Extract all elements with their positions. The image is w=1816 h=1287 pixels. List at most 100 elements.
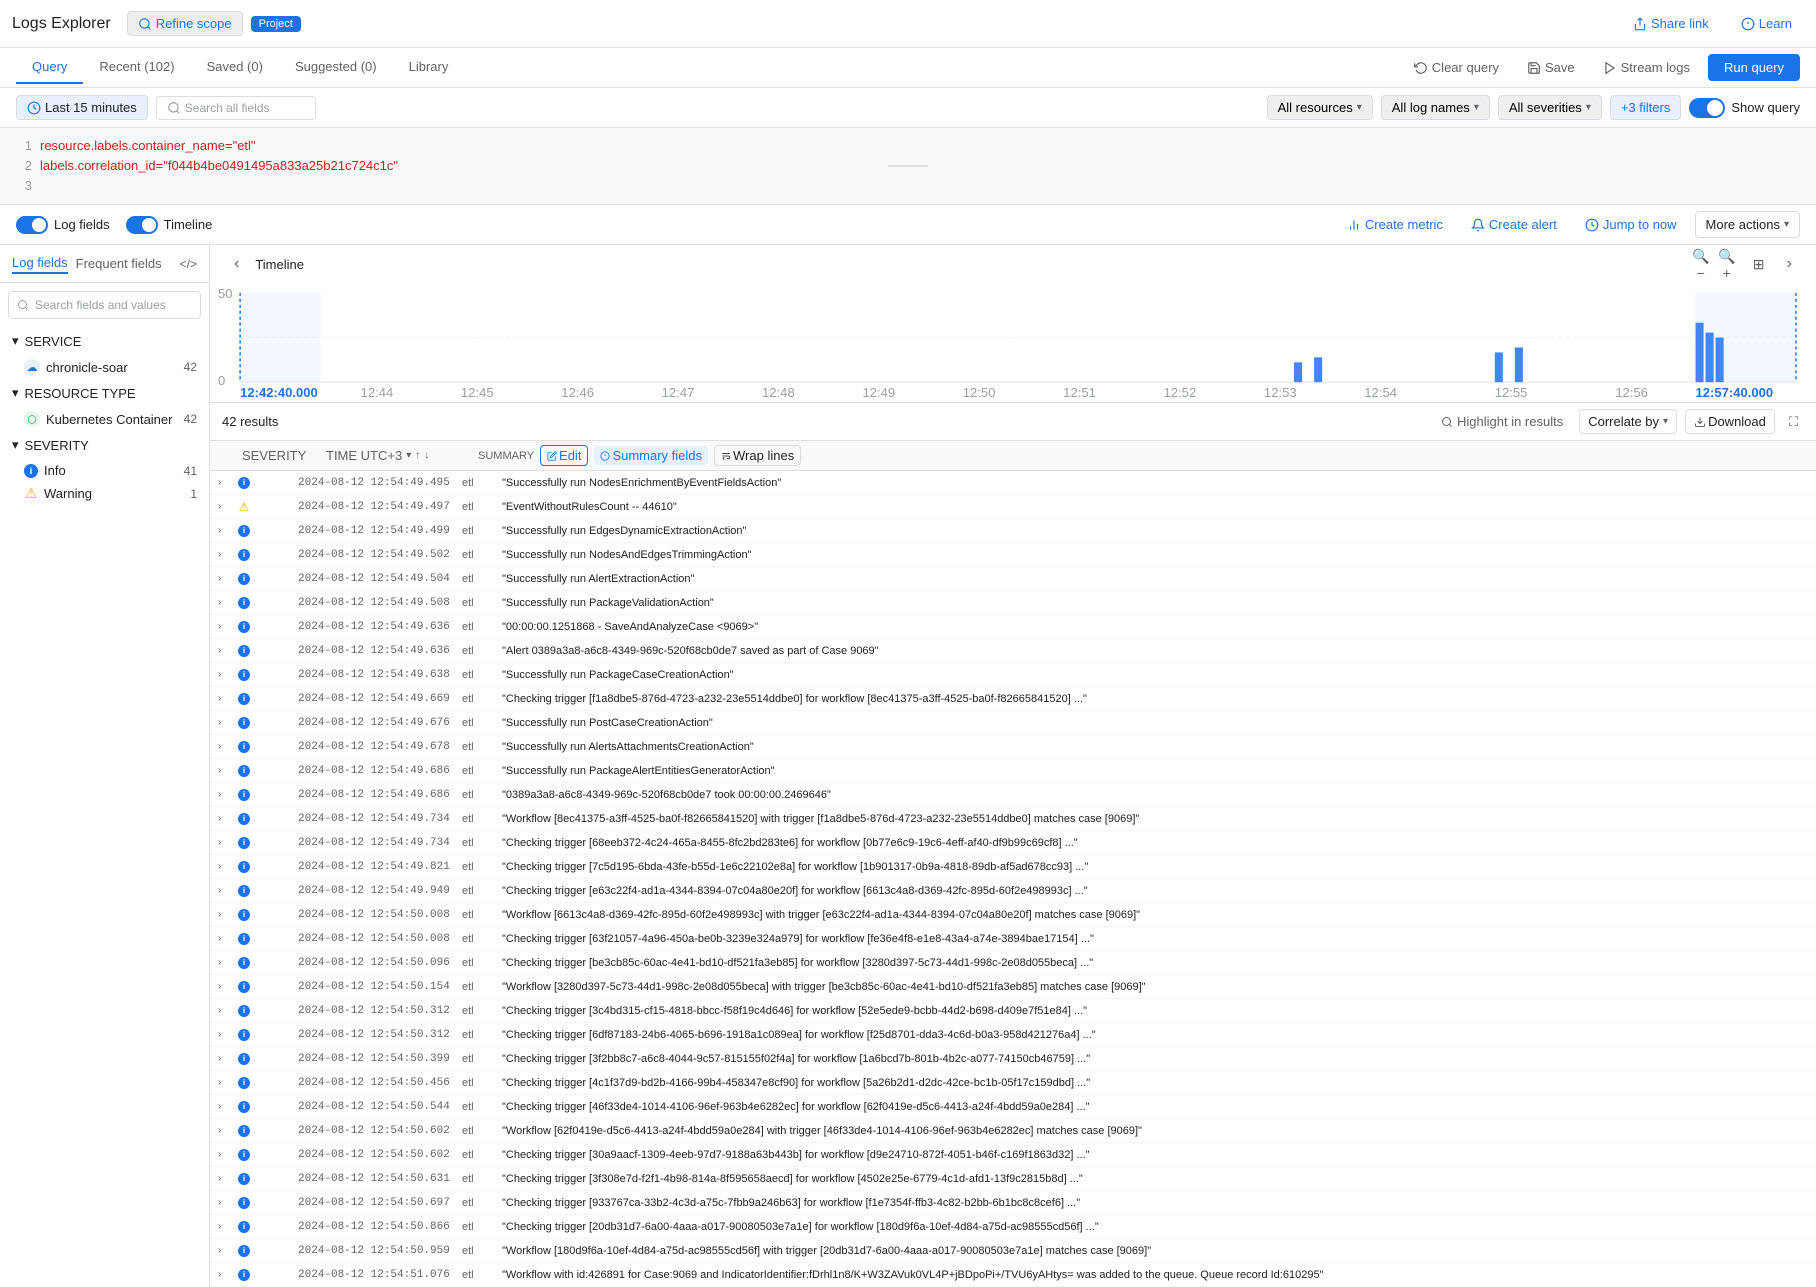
- expand-row-arrow[interactable]: ›: [218, 1269, 234, 1280]
- expand-row-arrow[interactable]: ›: [218, 813, 234, 824]
- jump-to-now-button[interactable]: Jump to now: [1575, 212, 1687, 237]
- expand-row-arrow[interactable]: ›: [218, 669, 234, 680]
- table-row[interactable]: › i 2024-08-12 12:54:50.866 etl "Checkin…: [210, 1215, 1816, 1239]
- show-query-toggle[interactable]: Show query: [1689, 98, 1800, 118]
- zoom-out-button[interactable]: 🔍−: [1689, 252, 1713, 276]
- severity-section-header[interactable]: ▾ SEVERITY: [0, 431, 209, 459]
- code-editor[interactable]: 1 resource.labels.container_name="etl" 2…: [0, 128, 1816, 205]
- resource-filter-button[interactable]: All resources ▾: [1267, 95, 1373, 120]
- table-row[interactable]: › i 2024-08-12 12:54:49.508 etl "Success…: [210, 591, 1816, 615]
- table-row[interactable]: › i 2024-08-12 12:54:49.504 etl "Success…: [210, 567, 1816, 591]
- learn-button[interactable]: Learn: [1729, 10, 1804, 37]
- expand-row-arrow[interactable]: ›: [218, 1149, 234, 1160]
- severity-item-warning[interactable]: ⚠ Warning 1: [0, 482, 209, 505]
- expand-row-arrow[interactable]: ›: [218, 525, 234, 536]
- expand-row-arrow[interactable]: ›: [218, 1101, 234, 1112]
- table-row[interactable]: › i 2024-08-12 12:54:49.636 etl "Alert 0…: [210, 639, 1816, 663]
- zoom-in-button[interactable]: 🔍+: [1715, 252, 1739, 276]
- expand-row-arrow[interactable]: ›: [218, 885, 234, 896]
- table-row[interactable]: › i 2024-08-12 12:54:51.076 etl "Workflo…: [210, 1263, 1816, 1287]
- search-fields-input[interactable]: Search fields and values: [8, 291, 201, 319]
- timeline-toggle[interactable]: [126, 216, 158, 234]
- stream-logs-button[interactable]: Stream logs: [1593, 54, 1700, 81]
- clear-query-button[interactable]: Clear query: [1404, 54, 1509, 81]
- save-button[interactable]: Save: [1517, 54, 1585, 81]
- table-row[interactable]: › i 2024-08-12 12:54:49.678 etl "Success…: [210, 735, 1816, 759]
- resource-item-kubernetes[interactable]: ⬡ Kubernetes Container 42: [0, 407, 209, 431]
- table-row[interactable]: › i 2024-08-12 12:54:49.502 etl "Success…: [210, 543, 1816, 567]
- expand-timeline-button[interactable]: ⊞: [1747, 252, 1771, 276]
- table-row[interactable]: › i 2024-08-12 12:54:49.686 etl "0389a3a…: [210, 783, 1816, 807]
- more-actions-button[interactable]: More actions ▾: [1695, 211, 1800, 238]
- table-row[interactable]: › i 2024-08-12 12:54:50.697 etl "Checkin…: [210, 1191, 1816, 1215]
- table-row[interactable]: › i 2024-08-12 12:54:50.008 etl "Workflo…: [210, 903, 1816, 927]
- timeline-nav-right[interactable]: ›: [1779, 251, 1800, 277]
- expand-row-arrow[interactable]: ›: [218, 1005, 234, 1016]
- expand-row-arrow[interactable]: ›: [218, 501, 234, 512]
- table-row[interactable]: › i 2024-08-12 12:54:49.638 etl "Success…: [210, 663, 1816, 687]
- expand-row-arrow[interactable]: ›: [218, 909, 234, 920]
- tab-library[interactable]: Library: [393, 51, 465, 84]
- fullscreen-button[interactable]: ⛶: [1783, 410, 1804, 434]
- expand-row-arrow[interactable]: ›: [218, 573, 234, 584]
- expand-row-arrow[interactable]: ›: [218, 837, 234, 848]
- wrap-lines-button[interactable]: Wrap lines: [714, 445, 801, 466]
- expand-row-arrow[interactable]: ›: [218, 957, 234, 968]
- table-row[interactable]: › i 2024-08-12 12:54:49.734 etl "Workflo…: [210, 807, 1816, 831]
- expand-row-arrow[interactable]: ›: [218, 861, 234, 872]
- table-row[interactable]: › i 2024-08-12 12:54:50.544 etl "Checkin…: [210, 1095, 1816, 1119]
- expand-row-arrow[interactable]: ›: [218, 1053, 234, 1064]
- table-row[interactable]: › i 2024-08-12 12:54:50.154 etl "Workflo…: [210, 975, 1816, 999]
- expand-row-arrow[interactable]: ›: [218, 1221, 234, 1232]
- tab-recent[interactable]: Recent (102): [83, 51, 190, 84]
- table-row[interactable]: › i 2024-08-12 12:54:49.495 etl "Success…: [210, 471, 1816, 495]
- time-selector-button[interactable]: Last 15 minutes: [16, 95, 148, 120]
- table-row[interactable]: › i 2024-08-12 12:54:50.008 etl "Checkin…: [210, 927, 1816, 951]
- service-section-header[interactable]: ▾ SERVICE: [0, 327, 209, 355]
- expand-row-arrow[interactable]: ›: [218, 621, 234, 632]
- table-row[interactable]: › i 2024-08-12 12:54:50.312 etl "Checkin…: [210, 1023, 1816, 1047]
- severity-filter-button[interactable]: All severities ▾: [1498, 95, 1602, 120]
- tab-query[interactable]: Query: [16, 51, 83, 84]
- table-row[interactable]: › i 2024-08-12 12:54:50.456 etl "Checkin…: [210, 1071, 1816, 1095]
- create-metric-button[interactable]: Create metric: [1337, 212, 1453, 237]
- edit-button[interactable]: Edit: [540, 445, 588, 466]
- expand-row-arrow[interactable]: ›: [218, 717, 234, 728]
- more-filters-button[interactable]: +3 filters: [1610, 95, 1682, 120]
- expand-row-arrow[interactable]: ›: [218, 981, 234, 992]
- expand-row-arrow[interactable]: ›: [218, 1173, 234, 1184]
- table-row[interactable]: › i 2024-08-12 12:54:49.821 etl "Checkin…: [210, 855, 1816, 879]
- expand-row-arrow[interactable]: ›: [218, 933, 234, 944]
- share-link-button[interactable]: Share link: [1621, 10, 1721, 37]
- expand-row-arrow[interactable]: ›: [218, 1197, 234, 1208]
- expand-row-arrow[interactable]: ›: [218, 765, 234, 776]
- expand-row-arrow[interactable]: ›: [218, 549, 234, 560]
- table-row[interactable]: › i 2024-08-12 12:54:49.734 etl "Checkin…: [210, 831, 1816, 855]
- table-row[interactable]: › i 2024-08-12 12:54:49.636 etl "00:00:0…: [210, 615, 1816, 639]
- tab-saved[interactable]: Saved (0): [191, 51, 279, 84]
- expand-row-arrow[interactable]: ›: [218, 1245, 234, 1256]
- table-row[interactable]: › i 2024-08-12 12:54:50.312 etl "Checkin…: [210, 999, 1816, 1023]
- expand-row-arrow[interactable]: ›: [218, 1125, 234, 1136]
- table-row[interactable]: › i 2024-08-12 12:54:49.499 etl "Success…: [210, 519, 1816, 543]
- tab-suggested[interactable]: Suggested (0): [279, 51, 393, 84]
- resource-type-section-header[interactable]: ▾ RESOURCE TYPE: [0, 379, 209, 407]
- expand-row-arrow[interactable]: ›: [218, 693, 234, 704]
- create-alert-button[interactable]: Create alert: [1461, 212, 1567, 237]
- correlate-by-button[interactable]: Correlate by ▾: [1579, 409, 1677, 434]
- code-view-toggle[interactable]: </>: [180, 257, 197, 271]
- highlight-in-results-button[interactable]: Highlight in results: [1433, 410, 1571, 433]
- table-row[interactable]: › i 2024-08-12 12:54:50.602 etl "Checkin…: [210, 1143, 1816, 1167]
- expand-row-arrow[interactable]: ›: [218, 1029, 234, 1040]
- search-bar[interactable]: Search all fields: [156, 96, 316, 120]
- tab-frequent-fields[interactable]: Frequent fields: [76, 254, 162, 273]
- table-row[interactable]: › i 2024-08-12 12:54:50.631 etl "Checkin…: [210, 1167, 1816, 1191]
- table-row[interactable]: › i 2024-08-12 12:54:50.959 etl "Workflo…: [210, 1239, 1816, 1263]
- table-row[interactable]: › ⚠ 2024-08-12 12:54:49.497 etl "EventWi…: [210, 495, 1816, 519]
- table-row[interactable]: › i 2024-08-12 12:54:49.669 etl "Checkin…: [210, 687, 1816, 711]
- table-row[interactable]: › i 2024-08-12 12:54:49.676 etl "Success…: [210, 711, 1816, 735]
- log-fields-toggle[interactable]: [16, 216, 48, 234]
- expand-row-arrow[interactable]: ›: [218, 645, 234, 656]
- refine-scope-button[interactable]: Refine scope: [127, 11, 243, 36]
- expand-row-arrow[interactable]: ›: [218, 1077, 234, 1088]
